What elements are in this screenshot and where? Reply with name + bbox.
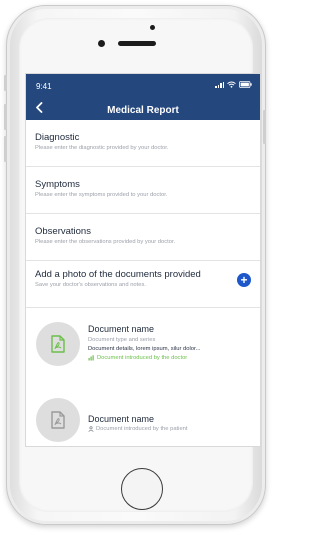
section-title: Observations (35, 226, 91, 237)
pdf-icon (51, 335, 65, 353)
section-title: Diagnostic (35, 132, 80, 143)
volume-down-button (4, 136, 7, 162)
app-header: 9:41 Medical Report (26, 74, 260, 120)
add-photo-title: Add a photo of the documents provided (35, 269, 201, 280)
status-time: 9:41 (36, 82, 52, 91)
document-item[interactable]: Document name Document introduced by the… (26, 392, 260, 446)
document-name: Document name (88, 414, 155, 424)
section-hint: Please enter the symptoms provided to yo… (35, 192, 168, 198)
document-thumbnail (36, 398, 80, 442)
person-icon (88, 426, 94, 432)
symptoms-section[interactable]: Symptoms Please enter the symptoms provi… (26, 167, 260, 214)
add-photo-button[interactable]: + (237, 273, 251, 287)
document-type: Document type and series (88, 337, 156, 343)
front-camera (98, 40, 105, 47)
app-screen: 9:41 Medical Report Diagnostic Please en… (25, 73, 261, 447)
add-photo-row: Add a photo of the documents provided Sa… (26, 261, 260, 308)
wifi-icon (227, 81, 236, 88)
home-button[interactable] (121, 468, 163, 510)
plus-icon: + (240, 273, 248, 287)
document-status-text: Document introduced by the patient (96, 426, 188, 432)
section-hint: Please enter the diagnostic provided by … (35, 145, 169, 151)
stethoscope-icon (88, 355, 94, 361)
diagnostic-section[interactable]: Diagnostic Please enter the diagnostic p… (26, 120, 260, 167)
speaker-grille (118, 41, 156, 46)
document-status-text: Document introduced by the doctor (97, 355, 188, 361)
pdf-icon (51, 411, 65, 429)
document-details: Document details, lorem ipsum, silur dol… (88, 346, 201, 352)
document-thumbnail (36, 322, 80, 366)
side-button (4, 75, 7, 91)
signal-icon (215, 81, 224, 88)
camera-dot (150, 25, 155, 30)
document-item[interactable]: Document name Document type and series D… (26, 312, 260, 392)
volume-up-button (4, 104, 7, 130)
battery-icon (239, 81, 252, 88)
document-status: Document introduced by the patient (88, 426, 188, 432)
page-title: Medical Report (107, 105, 179, 116)
section-title: Symptoms (35, 179, 80, 190)
power-button (263, 110, 266, 144)
document-status: Document introduced by the doctor (88, 355, 187, 361)
section-hint: Please enter the observations provided b… (35, 239, 176, 245)
status-icons (215, 81, 252, 88)
add-photo-hint: Save your doctor's observations and note… (35, 282, 146, 288)
observations-section[interactable]: Observations Please enter the observatio… (26, 214, 260, 261)
document-name: Document name (88, 324, 155, 334)
